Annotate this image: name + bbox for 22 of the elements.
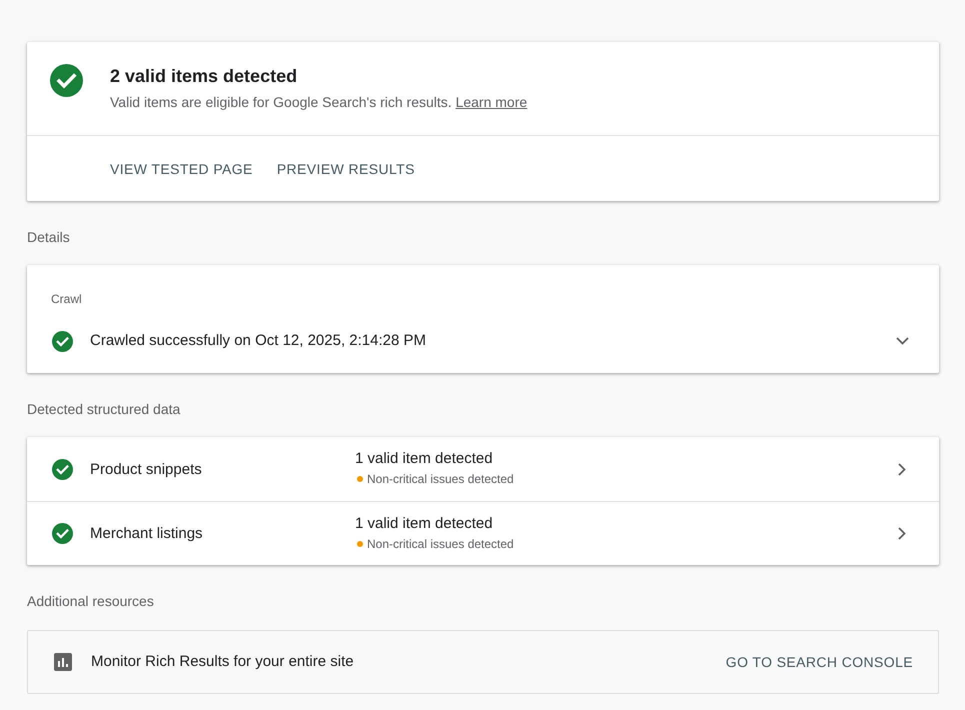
learn-more-link[interactable]: Learn more bbox=[456, 94, 528, 110]
chevron-down-icon[interactable] bbox=[896, 337, 908, 345]
action-button[interactable]: PREVIEW RESULTS bbox=[268, 151, 423, 187]
resources-text: Monitor Rich Results for your entire site bbox=[91, 652, 355, 672]
search-console-button[interactable]: GO TO SEARCH CONSOLE bbox=[718, 644, 921, 680]
summary-title: 2 valid items detected bbox=[110, 65, 298, 88]
action-button[interactable]: VIEW TESTED PAGE bbox=[102, 151, 261, 187]
crawl-label: Crawl bbox=[51, 291, 83, 307]
section-heading: Detected structured data bbox=[27, 400, 182, 419]
section-heading: Additional resources bbox=[27, 592, 155, 611]
section-heading: Details bbox=[27, 228, 71, 247]
summary-description: Valid items are eligible for Google Search's rich results. Learn more bbox=[110, 93, 528, 112]
bar-chart-icon bbox=[54, 653, 72, 671]
chevron-right-icon[interactable] bbox=[898, 527, 906, 540]
crawl-message: Crawled successfully on Oct 12, 2025, 2:14:28 PM bbox=[90, 331, 428, 351]
item-name: Merchant listings bbox=[90, 525, 203, 542]
item-note: Non-critical issues detected bbox=[367, 536, 514, 552]
item-result: 1 valid item detected bbox=[355, 514, 494, 534]
item-note: Non-critical issues detected bbox=[367, 471, 514, 488]
item-result: 1 valid item detected bbox=[355, 449, 494, 469]
chevron-right-icon[interactable] bbox=[898, 462, 906, 476]
item-name: Product snippets bbox=[90, 460, 202, 478]
